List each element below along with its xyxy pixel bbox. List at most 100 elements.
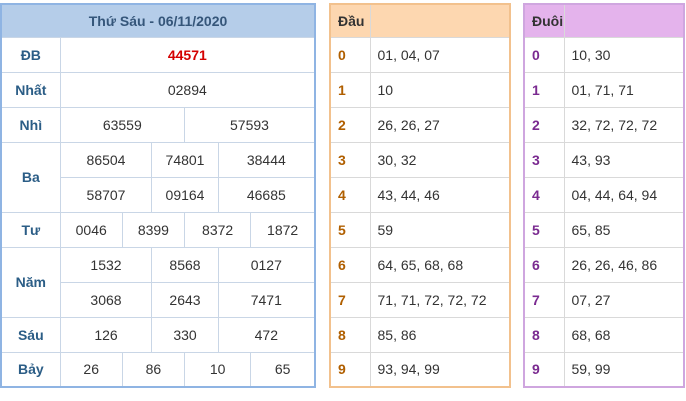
prize-number: 38444: [217, 141, 316, 178]
prize-number: 8399: [121, 211, 185, 248]
prize-number: 74801: [151, 141, 219, 178]
prize-number: 0127: [217, 246, 316, 283]
dau-digit: 4: [329, 176, 371, 213]
duoi-row: 3 43, 93: [523, 141, 685, 178]
duoi-values: 04, 44, 64, 94: [563, 176, 685, 213]
dau-table: Đầu 0 01, 04, 07 1 10 2 26, 26, 27 3 30, 32 4 43,…: [329, 3, 511, 388]
dau-values: 30, 32: [369, 141, 511, 178]
duoi-row: 6 26, 26, 46, 86: [523, 246, 685, 283]
prize-number: 3068: [59, 281, 153, 318]
prize-label-ba: Ba: [0, 141, 61, 213]
duoi-digit: 1: [523, 71, 565, 108]
prize-number: 126: [59, 316, 153, 353]
dau-row: 8 85, 86: [329, 316, 511, 353]
prize-number: 26: [59, 351, 123, 388]
prize-number: 472: [217, 316, 316, 353]
dau-row: 4 43, 44, 46: [329, 176, 511, 213]
dau-values: 43, 44, 46: [369, 176, 511, 213]
duoi-values: 26, 26, 46, 86: [563, 246, 685, 283]
prize-row-ba-1: Ba 86504 74801 38444: [0, 141, 316, 213]
prize-row-nhi: Nhì 63559 57593: [0, 106, 316, 143]
prize-row-bay: Bảy 26 86 10 65: [0, 351, 316, 388]
dau-digit: 7: [329, 281, 371, 318]
duoi-header: Đuôi: [523, 3, 565, 38]
prize-number: 1872: [250, 211, 316, 248]
prize-label-nhat: Nhất: [0, 71, 61, 108]
duoi-row: 1 01, 71, 71: [523, 71, 685, 108]
duoi-row: 0 10, 30: [523, 36, 685, 73]
prize-label-db: ĐB: [0, 36, 61, 73]
prize-number: 0046: [59, 211, 123, 248]
duoi-values: 43, 93: [563, 141, 685, 178]
duoi-values: 32, 72, 72, 72: [563, 106, 685, 143]
duoi-digit: 7: [523, 281, 565, 318]
duoi-values: 65, 85: [563, 211, 685, 248]
results-title: Thứ Sáu - 06/11/2020: [0, 3, 316, 38]
dau-row: 6 64, 65, 68, 68: [329, 246, 511, 283]
duoi-table: Đuôi 0 10, 30 1 01, 71, 71 2 32, 72, 72, 72 3 4…: [523, 3, 685, 388]
duoi-row: 7 07, 27: [523, 281, 685, 318]
prize-row-sau: Sáu 126 330 472: [0, 316, 316, 353]
duoi-values: 01, 71, 71: [563, 71, 685, 108]
prize-row-db: ĐB 44571: [0, 36, 316, 73]
prize-label-nhi: Nhì: [0, 106, 61, 143]
prize-number: 57593: [183, 106, 316, 143]
duoi-digit: 4: [523, 176, 565, 213]
dau-row: 7 71, 71, 72, 72, 72: [329, 281, 511, 318]
dau-values: 71, 71, 72, 72, 72: [369, 281, 511, 318]
prize-number: 8568: [151, 246, 219, 283]
duoi-digit: 2: [523, 106, 565, 143]
duoi-header-blank: [563, 3, 685, 38]
dau-row: 0 01, 04, 07: [329, 36, 511, 73]
prize-label-nam: Năm: [0, 246, 61, 318]
dau-digit: 3: [329, 141, 371, 178]
duoi-row: 5 65, 85: [523, 211, 685, 248]
prize-number: 58707: [59, 176, 153, 213]
dau-digit: 1: [329, 71, 371, 108]
prize-label-bay: Bảy: [0, 351, 61, 388]
dau-row: 5 59: [329, 211, 511, 248]
dau-digit: 9: [329, 351, 371, 388]
dau-digit: 0: [329, 36, 371, 73]
dau-digit: 5: [329, 211, 371, 248]
dau-values: 26, 26, 27: [369, 106, 511, 143]
duoi-digit: 6: [523, 246, 565, 283]
prize-label-tu: Tư: [0, 211, 61, 248]
prize-number: 1532: [59, 246, 153, 283]
duoi-values: 68, 68: [563, 316, 685, 353]
prize-number: 8372: [183, 211, 252, 248]
dau-values: 64, 65, 68, 68: [369, 246, 511, 283]
prize-row-tu: Tư 0046 8399 8372 1872: [0, 211, 316, 248]
dau-values: 59: [369, 211, 511, 248]
prize-number: 7471: [217, 281, 316, 318]
prize-number: 44571: [59, 36, 316, 73]
prize-number: 10: [183, 351, 252, 388]
results-table: Thứ Sáu - 06/11/2020 ĐB 44571 Nhất 02894…: [0, 3, 316, 388]
dau-header-blank: [369, 3, 511, 38]
prize-label-sau: Sáu: [0, 316, 61, 353]
prize-number: 09164: [151, 176, 219, 213]
dau-row: 1 10: [329, 71, 511, 108]
dau-row: 3 30, 32: [329, 141, 511, 178]
dau-row: 9 93, 94, 99: [329, 351, 511, 388]
dau-digit: 8: [329, 316, 371, 353]
prize-row-nhat: Nhất 02894: [0, 71, 316, 108]
prize-number: 02894: [59, 71, 316, 108]
duoi-digit: 8: [523, 316, 565, 353]
prize-number: 63559: [59, 106, 185, 143]
duoi-digit: 3: [523, 141, 565, 178]
dau-digit: 6: [329, 246, 371, 283]
prize-row-nam-1: Năm 1532 8568 0127: [0, 246, 316, 318]
duoi-values: 59, 99: [563, 351, 685, 388]
duoi-row: 9 59, 99: [523, 351, 685, 388]
duoi-row: 4 04, 44, 64, 94: [523, 176, 685, 213]
prize-number: 46685: [217, 176, 316, 213]
duoi-digit: 9: [523, 351, 565, 388]
duoi-digit: 0: [523, 36, 565, 73]
duoi-digit: 5: [523, 211, 565, 248]
duoi-values: 07, 27: [563, 281, 685, 318]
duoi-row: 2 32, 72, 72, 72: [523, 106, 685, 143]
dau-values: 01, 04, 07: [369, 36, 511, 73]
prize-number: 86504: [59, 141, 153, 178]
duoi-values: 10, 30: [563, 36, 685, 73]
